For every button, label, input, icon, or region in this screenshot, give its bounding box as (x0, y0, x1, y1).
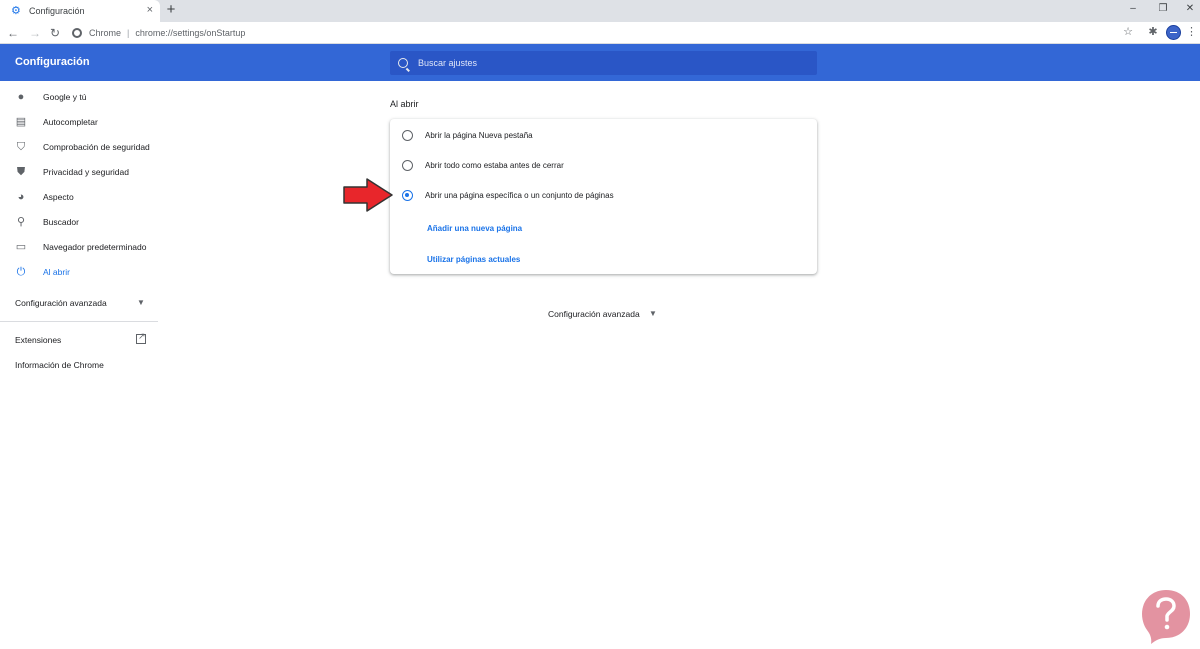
radio-button[interactable] (402, 159, 413, 171)
radio-button[interactable] (402, 129, 413, 141)
star-icon[interactable]: ☆ (1120, 25, 1136, 38)
caret-down-icon[interactable]: ▼ (649, 309, 657, 318)
radio-label: Abrir todo como estaba antes de cerrar (425, 160, 564, 170)
site-label: Chrome (89, 28, 122, 38)
sidebar-item-google[interactable]: ● Google y tú (0, 84, 158, 109)
radio-label: Abrir una página específica o un conjunt… (425, 190, 614, 200)
gear-icon: ⚙ (11, 5, 21, 17)
sidebar-item-label: Autocompletar (43, 116, 98, 127)
tab-title: Configuración (29, 6, 85, 16)
divider (0, 321, 158, 322)
sidebar-item-label: Buscador (43, 216, 79, 227)
restore-icon[interactable]: ❐ (1156, 3, 1170, 14)
section-title: Al abrir (390, 99, 419, 109)
tab-strip: ⚙ Configuración × + – ❐ ✕ (0, 0, 1200, 22)
clipboard-icon: ▤ (15, 115, 27, 128)
search-box[interactable] (390, 51, 817, 75)
search-icon (398, 58, 408, 68)
watermark-logo (1142, 590, 1190, 644)
radio-label: Abrir la página Nueva pestaña (425, 130, 533, 140)
search-input[interactable] (418, 58, 798, 68)
page-title: Configuración (15, 56, 90, 68)
sidebar-item-label: Navegador predeterminado (43, 241, 147, 252)
sidebar-item-label: Aspecto (43, 191, 74, 202)
use-current-pages-link[interactable]: Utilizar páginas actuales (427, 255, 520, 264)
sidebar-item-extensions[interactable]: Extensiones (15, 335, 61, 345)
minimize-icon[interactable]: – (1126, 3, 1140, 14)
sidebar-item-on-startup[interactable]: ⏻ Al abrir (0, 259, 158, 284)
browser-icon: ▭ (15, 240, 27, 253)
back-icon[interactable]: ← (5, 25, 21, 41)
sidebar-item-search-engine[interactable]: ⚲ Buscador (0, 209, 158, 234)
person-icon: ● (17, 90, 25, 103)
separator: | (127, 28, 130, 38)
avatar[interactable] (1166, 25, 1181, 40)
sidebar-item-label: Privacidad y seguridad (43, 166, 129, 177)
sidebar-item-default-browser[interactable]: ▭ Navegador predeterminado (0, 234, 158, 259)
sidebar-item-privacy[interactable]: ⛊ Privacidad y seguridad (0, 159, 158, 184)
radio-button-checked[interactable] (402, 189, 413, 201)
startup-options-card: Abrir la página Nueva pestaña Abrir todo… (390, 119, 817, 274)
radio-option-continue[interactable]: Abrir todo como estaba antes de cerrar (390, 150, 817, 180)
radio-option-specific-pages[interactable]: Abrir una página específica o un conjunt… (390, 180, 817, 210)
power-icon: ⏻ (16, 265, 26, 278)
sidebar-item-safety-check[interactable]: ⛉ Comprobación de seguridad (0, 134, 158, 159)
settings-header: Configuración (0, 44, 1200, 81)
shield-check-icon: ⛉ (16, 140, 26, 153)
close-tab-icon[interactable]: × (147, 5, 153, 16)
new-tab-button[interactable]: + (164, 2, 178, 17)
url-text: chrome://settings/onStartup (135, 28, 246, 38)
sidebar-item-label: Google y tú (43, 91, 87, 102)
sidebar-advanced-toggle[interactable]: Configuración avanzada (15, 298, 107, 308)
red-arrow-annotation (343, 178, 393, 212)
address-bar[interactable]: Chrome | chrome://settings/onStartup (72, 24, 1112, 42)
tab-settings[interactable]: ⚙ Configuración × (0, 0, 160, 22)
sidebar: ● Google y tú ▤ Autocompletar ⛉ Comproba… (0, 81, 158, 649)
advanced-settings-toggle[interactable]: Configuración avanzada (548, 309, 640, 319)
palette-icon: ◕ (17, 190, 25, 203)
search-icon: ⚲ (16, 215, 26, 228)
reload-icon[interactable]: ↻ (47, 25, 63, 41)
shield-icon: ⛊ (16, 165, 26, 178)
chrome-icon (72, 28, 82, 38)
radio-option-new-tab[interactable]: Abrir la página Nueva pestaña (390, 120, 817, 150)
browser-toolbar: ← → ↻ Chrome | chrome://settings/onStart… (0, 22, 1200, 44)
menu-dots-icon[interactable]: ⋮ (1186, 25, 1197, 38)
close-window-icon[interactable]: ✕ (1183, 3, 1197, 14)
sidebar-item-label: Al abrir (43, 266, 70, 277)
forward-icon[interactable]: → (27, 25, 43, 41)
extensions-puzzle-icon[interactable]: ✱ (1145, 25, 1161, 38)
sidebar-item-label: Comprobación de seguridad (43, 141, 150, 152)
sidebar-item-autofill[interactable]: ▤ Autocompletar (0, 109, 158, 134)
caret-down-icon[interactable]: ▼ (137, 298, 145, 307)
external-link-icon[interactable] (136, 331, 146, 344)
sidebar-item-about[interactable]: Información de Chrome (15, 360, 104, 370)
sidebar-item-appearance[interactable]: ◕ Aspecto (0, 184, 158, 209)
add-new-page-link[interactable]: Añadir una nueva página (427, 224, 522, 233)
